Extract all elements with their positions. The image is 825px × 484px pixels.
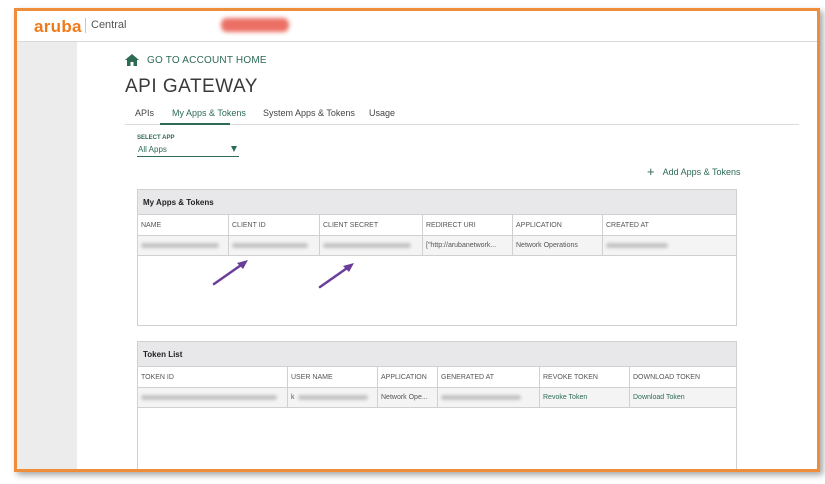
col-download-token[interactable]: DOWNLOAD TOKEN — [630, 367, 736, 387]
tab-system-apps-tokens[interactable]: System Apps & Tokens — [263, 108, 355, 118]
redacted-token-id — [141, 395, 277, 400]
col-generated-at[interactable]: GENERATED AT — [438, 367, 540, 387]
tab-usage[interactable]: Usage — [369, 108, 395, 118]
col-token-id[interactable]: TOKEN ID — [138, 367, 288, 387]
redirect-uri-cell: ["http://arubanetwork... — [423, 236, 513, 255]
redacted-user-name — [297, 395, 368, 400]
tab-my-apps-tokens[interactable]: My Apps & Tokens — [172, 108, 246, 118]
app-name-cell — [138, 236, 229, 255]
redacted-client-secret — [323, 243, 411, 248]
table-row[interactable]: k Network Ope... Revoke Token Download T… — [138, 388, 736, 408]
apps-panel-title: My Apps & Tokens — [143, 198, 214, 207]
col-user-name[interactable]: USER NAME — [288, 367, 378, 387]
col-name[interactable]: NAME — [138, 215, 229, 235]
application-cell: Network Operations — [513, 236, 603, 255]
created-at-cell — [603, 236, 736, 255]
annotation-arrow-client-id — [212, 260, 248, 286]
top-bar: aruba Central — [17, 11, 817, 42]
annotation-arrow-client-secret — [318, 263, 354, 289]
token-panel-header: Token List — [138, 342, 736, 367]
revoke-token-link[interactable]: Revoke Token — [543, 394, 587, 401]
token-list-panel: Token List TOKEN ID USER NAME APPLICATIO… — [137, 341, 737, 469]
home-icon — [125, 54, 139, 66]
page-title: API GATEWAY — [125, 76, 258, 97]
token-id-cell — [138, 388, 288, 407]
add-apps-tokens-label: Add Apps & Tokens — [662, 167, 741, 177]
select-app-label: SELECT APP — [137, 135, 175, 141]
col-revoke-token[interactable]: REVOKE TOKEN — [540, 367, 630, 387]
home-link-label: GO TO ACCOUNT HOME — [147, 54, 267, 66]
active-tab-indicator — [160, 123, 230, 125]
tab-apis[interactable]: APIs — [135, 108, 154, 118]
redacted-created-at — [606, 243, 668, 248]
token-panel-title: Token List — [143, 350, 183, 359]
caret-down-icon — [231, 146, 237, 152]
user-name-initial: k — [291, 394, 295, 401]
logo-divider — [85, 18, 86, 33]
user-name-cell: k — [288, 388, 378, 407]
select-app-box[interactable]: All Apps — [137, 143, 239, 157]
aruba-logo[interactable]: aruba — [34, 17, 82, 37]
table-row[interactable]: ["http://arubanetwork... Network Operati… — [138, 236, 736, 256]
col-application[interactable]: APPLICATION — [513, 215, 603, 235]
col-client-secret[interactable]: CLIENT SECRET — [320, 215, 423, 235]
product-name: Central — [91, 19, 127, 31]
add-apps-tokens-button[interactable]: + Add Apps & Tokens — [647, 164, 741, 179]
redacted-name — [141, 243, 219, 248]
download-token-link[interactable]: Download Token — [633, 394, 685, 401]
col-client-id[interactable]: CLIENT ID — [229, 215, 320, 235]
select-app-value: All Apps — [138, 145, 167, 154]
apps-table-header: NAME CLIENT ID CLIENT SECRET REDIRECT UR… — [138, 215, 736, 236]
client-id-cell — [229, 236, 320, 255]
col-token-application[interactable]: APPLICATION — [378, 367, 438, 387]
download-token-cell: Download Token — [630, 388, 736, 407]
col-redirect-uri[interactable]: REDIRECT URI — [423, 215, 513, 235]
go-to-account-home-link[interactable]: GO TO ACCOUNT HOME — [125, 54, 267, 66]
token-application-cell: Network Ope... — [378, 388, 438, 407]
apps-panel-header: My Apps & Tokens — [138, 190, 736, 215]
tab-bar: APIs My Apps & Tokens System Apps & Toke… — [125, 104, 799, 125]
generated-at-cell — [438, 388, 540, 407]
main-content: GO TO ACCOUNT HOME API GATEWAY APIs My A… — [77, 42, 817, 469]
token-table-header: TOKEN ID USER NAME APPLICATION GENERATED… — [138, 367, 736, 388]
app-window: aruba Central GO TO ACCOUNT HOME API GAT… — [14, 8, 820, 472]
client-secret-cell — [320, 236, 423, 255]
col-created-at[interactable]: CREATED AT — [603, 215, 736, 235]
redacted-generated-at — [441, 395, 521, 400]
revoke-token-cell: Revoke Token — [540, 388, 630, 407]
redacted-account-badge — [221, 18, 289, 32]
sidebar — [17, 42, 77, 469]
select-app-dropdown: SELECT APP All Apps — [137, 135, 239, 157]
plus-icon: + — [647, 164, 655, 179]
redacted-client-id — [232, 243, 308, 248]
